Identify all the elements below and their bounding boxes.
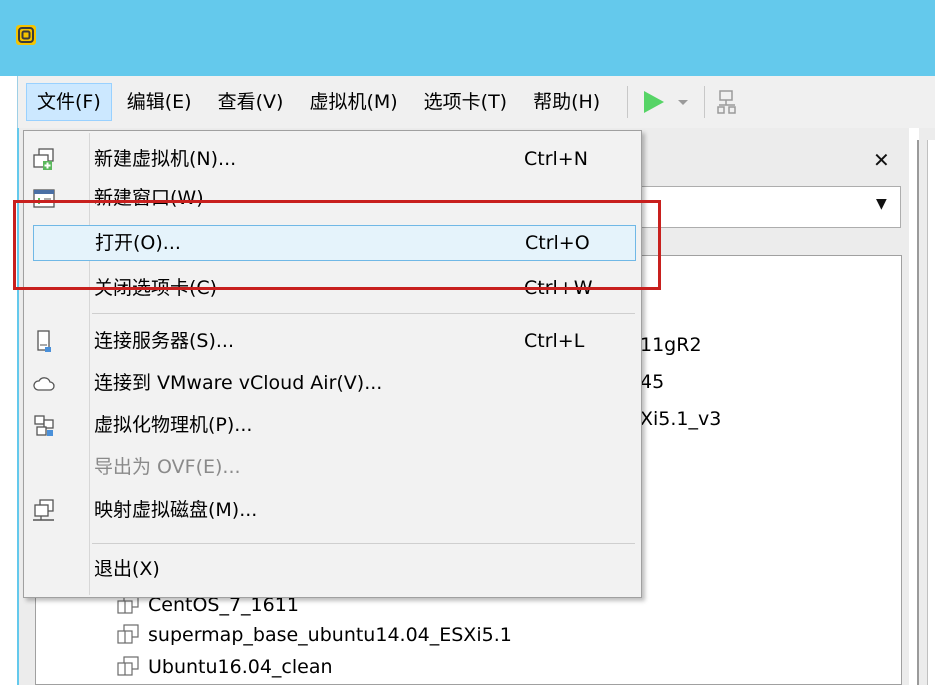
toolbar-separator	[627, 86, 629, 118]
menu-item-label: 连接到 VMware vCloud Air(V)...	[94, 372, 383, 394]
chevron-down-icon[interactable]: ▼	[876, 196, 887, 212]
new-vm-icon	[33, 148, 54, 170]
vm-name-fragment[interactable]: Xi5.1_v3	[640, 408, 721, 430]
menu-view[interactable]: 查看(V)	[207, 83, 295, 121]
menu-item-label: 退出(X)	[94, 558, 160, 580]
menu-item-new-vm[interactable]: 新建虚拟机(N)... Ctrl+N	[26, 141, 639, 177]
library-item[interactable]: supermap_base_ubuntu14.04_ESXi5.1	[116, 620, 512, 650]
cloud-icon	[33, 377, 55, 391]
menu-tabs[interactable]: 选项卡(T)	[413, 83, 518, 121]
vm-icon	[117, 624, 139, 644]
menu-item-connect-server[interactable]: 连接服务器(S)... Ctrl+L	[26, 323, 639, 359]
menu-separator	[92, 543, 635, 544]
virtualize-physical-icon	[34, 415, 54, 436]
menu-item-label: 新建虚拟机(N)...	[94, 148, 237, 170]
map-disk-icon	[33, 499, 54, 521]
menu-bar: 文件(F) 编辑(E) 查看(V) 虚拟机(M) 选项卡(T) 帮助(H)	[17, 76, 935, 128]
vm-icon	[117, 656, 139, 676]
menu-item-shortcut: Ctrl+N	[524, 148, 588, 170]
menu-file[interactable]: 文件(F)	[26, 83, 112, 121]
library-item-label: supermap_base_ubuntu14.04_ESXi5.1	[148, 624, 512, 646]
highlight-annotation	[13, 200, 661, 290]
menu-vm[interactable]: 虚拟机(M)	[298, 83, 408, 121]
vm-name-fragment[interactable]: 45	[640, 371, 664, 393]
menu-item-virtualize-physical[interactable]: 虚拟化物理机(P)...	[26, 407, 639, 443]
menu-help[interactable]: 帮助(H)	[522, 83, 611, 121]
menu-separator	[92, 313, 635, 314]
menu-item-exit[interactable]: 退出(X)	[26, 551, 639, 587]
library-item-label: Ubuntu16.04_clean	[148, 656, 333, 678]
network-icon	[717, 90, 736, 114]
network-button[interactable]	[717, 88, 737, 116]
menu-item-shortcut: Ctrl+L	[524, 330, 585, 352]
vmware-logo-icon	[16, 25, 36, 45]
menu-item-connect-vcloud[interactable]: 连接到 VMware vCloud Air(V)...	[26, 365, 639, 401]
menu-item-export-ovf[interactable]: 导出为 OVF(E)...	[26, 449, 639, 485]
power-on-button[interactable]	[640, 89, 692, 115]
chevron-down-icon	[678, 100, 689, 105]
title-bar	[0, 0, 935, 76]
close-icon[interactable]: ✕	[873, 148, 890, 172]
menu-item-label: 虚拟化物理机(P)...	[94, 414, 253, 436]
vm-name-fragment[interactable]: 11gR2	[640, 334, 702, 356]
menu-edit[interactable]: 编辑(E)	[116, 83, 203, 121]
tab-area-content	[927, 140, 935, 685]
play-icon	[644, 91, 665, 113]
menu-item-label: 导出为 OVF(E)...	[94, 456, 241, 478]
menu-item-label: 连接服务器(S)...	[94, 330, 235, 352]
menu-item-label: 映射虚拟磁盘(M)...	[94, 499, 258, 521]
library-item[interactable]: Ubuntu16.04_clean	[116, 652, 333, 682]
server-icon	[37, 330, 51, 352]
toolbar-separator	[704, 86, 706, 118]
menu-item-map-disk[interactable]: 映射虚拟磁盘(M)...	[26, 492, 639, 528]
